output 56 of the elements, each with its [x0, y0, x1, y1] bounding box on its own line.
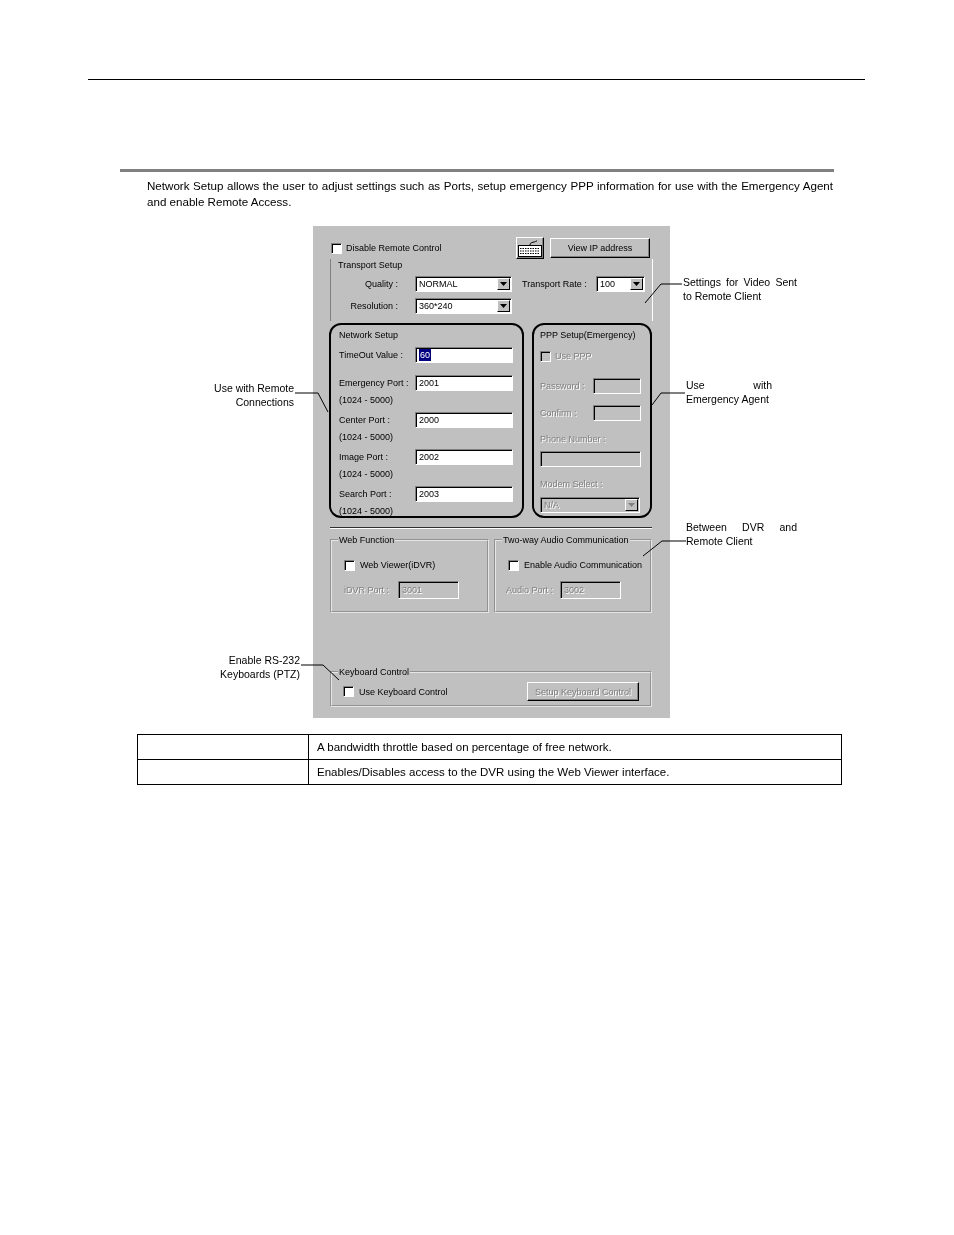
range-hint: (1024 - 5000) — [339, 468, 395, 480]
field-label: Modem Select : — [540, 478, 604, 490]
field-label: Quality : — [364, 278, 398, 290]
port-field[interactable]: 60 — [415, 347, 513, 363]
port-field[interactable]: 2002 — [415, 449, 513, 465]
field-label: Transport Rate : — [522, 278, 588, 290]
checkbox[interactable] — [344, 559, 355, 571]
keyboard-button[interactable] — [516, 237, 544, 259]
field-label: Search Port : — [339, 488, 393, 500]
caret-icon — [625, 499, 638, 511]
caret-icon — [497, 300, 510, 312]
checkbox-label[interactable]: Disable Remote Control — [346, 242, 442, 254]
table-cell: Enables/Disables access to the DVR using the Web Viewer interface. — [308, 759, 842, 785]
group-title: Web Function — [338, 534, 396, 546]
callout-text: Use with Emergency Agent — [686, 378, 772, 406]
port-field[interactable]: 2001 — [415, 375, 513, 391]
table-cell: A bandwidth throttle based on percentage of free network. — [308, 734, 842, 760]
checkbox-label[interactable]: Enable Audio Communication — [524, 559, 643, 571]
caret-icon — [497, 278, 510, 290]
callout-text: Settings for Video Sent to Remote Client — [683, 275, 797, 303]
field-label: Password : — [540, 380, 586, 392]
port-field[interactable]: 2000 — [415, 412, 513, 428]
field-label: TimeOut Value : — [339, 349, 405, 361]
range-hint: (1024 - 5000) — [339, 431, 395, 443]
field-label: iDVR Port : — [344, 584, 390, 596]
group-title: Transport Setup — [337, 259, 404, 271]
transport-rate-dropdown[interactable]: 100 — [596, 276, 645, 292]
checkbox-label[interactable]: Web Viewer(iDVR) — [360, 559, 436, 571]
range-hint: (1024 - 5000) — [339, 394, 395, 406]
port-field[interactable]: 2003 — [415, 486, 513, 502]
caret-icon — [630, 278, 643, 290]
callout-text: Enable RS-232 Keyboards (PTZ) — [219, 653, 300, 681]
leader-line — [642, 540, 687, 557]
leader-line — [644, 283, 683, 304]
resolution-dropdown[interactable]: 360*240 — [415, 298, 512, 314]
leader-line — [300, 664, 340, 681]
checkbox[interactable] — [343, 686, 354, 697]
group-title: Two-way Audio Communication — [502, 534, 630, 546]
quality-dropdown[interactable]: NORMAL — [415, 276, 512, 292]
field-label: Phone Number : — [540, 433, 607, 445]
field-label: Image Port : — [339, 451, 390, 463]
callout-text: Between DVR and Remote Client — [686, 520, 797, 548]
view-ip-button[interactable]: View IP address — [550, 238, 650, 258]
callout-text: Use with Remote Connections — [213, 381, 294, 409]
checkbox[interactable] — [508, 559, 519, 571]
group-title: PPP Setup(Emergency) — [540, 329, 637, 341]
field-label: Emergency Port : — [339, 377, 410, 389]
checkbox-label[interactable]: Use Keyboard Control — [359, 685, 448, 698]
checkbox[interactable] — [331, 242, 342, 254]
group-title: Network Setup — [339, 329, 400, 341]
keyboard-icon — [518, 239, 542, 257]
group-title: Keyboard Control — [338, 666, 411, 678]
range-hint: (1024 - 5000) — [339, 505, 395, 517]
field-label: Resolution : — [349, 300, 398, 312]
intro-paragraph: Network Setup allows the user to adjust settings such as Ports, setup emergency PPP information for use with the Emergency Agent and enable Remote Access. — [147, 178, 833, 210]
field-label: Center Port : — [339, 414, 392, 426]
